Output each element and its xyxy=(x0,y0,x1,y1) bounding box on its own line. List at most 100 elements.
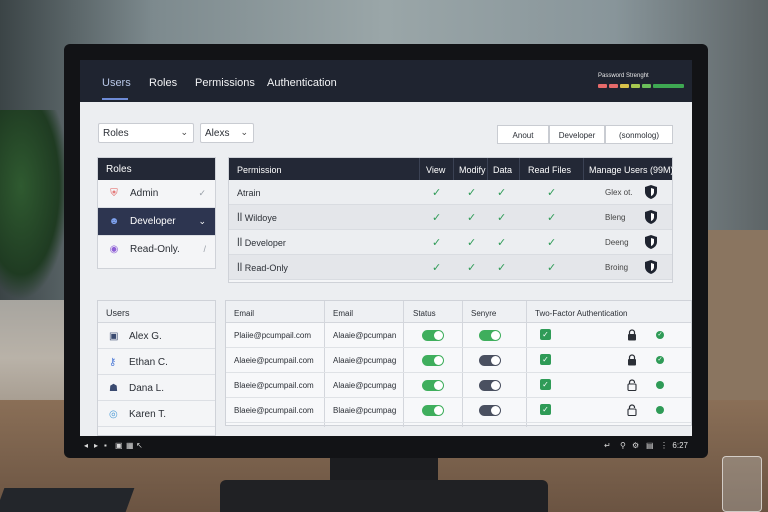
tab-authentication[interactable]: Authentication xyxy=(267,77,337,89)
user-auth-row[interactable]: Alaeie@pcumpail.com Alaaie@pcumpag ✓ ✓ xyxy=(226,348,691,373)
header-two-factor: Two-Factor Authentication xyxy=(535,309,628,318)
check-icon[interactable]: ✓ xyxy=(432,261,441,274)
grid-icon[interactable]: ▦ xyxy=(126,441,134,450)
status-dot-icon xyxy=(656,406,664,414)
toggle-knob xyxy=(491,406,500,415)
check-icon[interactable]: ✓ xyxy=(467,261,476,274)
strength-bar-segment xyxy=(620,84,629,88)
window-icon[interactable]: ▣ xyxy=(115,441,123,450)
check-icon[interactable]: ✓ xyxy=(547,186,556,199)
robot-icon: ☻ xyxy=(108,216,120,227)
tab-permissions[interactable]: Permissions xyxy=(195,77,255,89)
user-item-alex[interactable]: ▣ Alex G. xyxy=(98,323,215,349)
check-icon[interactable]: ✓ xyxy=(547,236,556,249)
check-icon[interactable]: ✓ xyxy=(432,211,441,224)
status-toggle[interactable] xyxy=(422,380,444,391)
user-item-ethan[interactable]: ⚷ Ethan C. xyxy=(98,349,215,375)
segment-sonmolog[interactable]: (sonmolog) xyxy=(605,125,673,144)
check-icon[interactable]: ✓ xyxy=(432,236,441,249)
check-icon[interactable]: ✓ xyxy=(497,211,506,224)
secure-toggle[interactable] xyxy=(479,405,501,416)
role-item-developer[interactable]: ☻ Developer ⌄ xyxy=(98,208,215,236)
briefcase-icon: ▣ xyxy=(109,331,119,342)
tab-users[interactable]: Users xyxy=(102,77,131,89)
permission-row[interactable]: ꟾꟾ Developer ✓ ✓ ✓ ✓ Deeng xyxy=(229,230,672,255)
play-icon[interactable]: ▸ xyxy=(94,441,98,450)
search-icon[interactable]: ⚲ xyxy=(620,441,626,450)
status-toggle[interactable] xyxy=(422,405,444,416)
return-icon[interactable]: ↵ xyxy=(604,441,611,450)
header-view: View xyxy=(426,165,446,175)
network-icon[interactable]: ⋮ xyxy=(660,441,668,450)
check-icon[interactable]: ✓ xyxy=(497,236,506,249)
unlock-icon[interactable] xyxy=(627,379,637,391)
check-icon: ✓ xyxy=(540,379,551,390)
status-dot-icon: ✓ xyxy=(656,331,664,339)
shield-icon xyxy=(645,185,657,199)
role-filter-value: Roles xyxy=(103,128,129,139)
user-item-label: Karen T. xyxy=(129,409,167,420)
user-auth-row[interactable]: Blaeie@pcumpail.com Blaaie@pcumpag ✓ xyxy=(226,398,691,423)
check-icon[interactable]: ✓ xyxy=(432,186,441,199)
role-filter-select[interactable]: Roles ⌄ xyxy=(98,123,194,143)
role-item-read-only[interactable]: ◉ Read-Only. / xyxy=(98,236,215,264)
status-toggle[interactable] xyxy=(422,330,444,341)
arrow-icon[interactable]: ↖ xyxy=(136,441,143,450)
user-filter-value: Alexs xyxy=(205,128,230,139)
check-icon: ✓ xyxy=(540,404,551,415)
user-filter-select[interactable]: Alexs ⌄ xyxy=(200,123,254,143)
secure-toggle[interactable] xyxy=(479,330,501,341)
check-icon[interactable]: ✓ xyxy=(467,236,476,249)
tab-roles[interactable]: Roles xyxy=(149,77,177,89)
back-icon[interactable]: ◂ xyxy=(84,441,88,450)
notification-icon[interactable]: ▤ xyxy=(646,441,654,450)
user-item-karen[interactable]: ◎ Karen T. xyxy=(98,401,215,427)
permission-name: ꟾꟾ Developer xyxy=(237,238,286,248)
manage-users-value: Broing xyxy=(605,263,629,272)
background-plant xyxy=(0,110,70,300)
role-item-label: Admin xyxy=(130,188,159,199)
segment-anout[interactable]: Anout xyxy=(497,125,549,144)
strength-bar-segment xyxy=(642,84,651,88)
roles-panel: Roles ⛨ Admin ✓ ☻ Developer ⌄ ◉ Read-Onl… xyxy=(97,157,216,269)
clock: 6:27 xyxy=(672,441,688,450)
permission-row[interactable]: Atrain ✓ ✓ ✓ ✓ Glex ot. xyxy=(229,180,672,205)
permission-row[interactable]: ꟾꟾ Wildoye ✓ ✓ ✓ ✓ Bleng xyxy=(229,205,672,230)
check-icon[interactable]: ✓ xyxy=(497,261,506,274)
check-icon[interactable]: ✓ xyxy=(547,261,556,274)
secure-toggle[interactable] xyxy=(479,355,501,366)
check-icon: ✓ xyxy=(198,188,206,198)
shield-icon xyxy=(645,235,657,249)
user-auth-row[interactable]: Blaeie@pcumpail.com Alaaie@pcumpag ✓ xyxy=(226,373,691,398)
segment-developer[interactable]: Developer xyxy=(549,125,605,144)
unlock-icon[interactable] xyxy=(627,404,637,416)
user-item-label: Ethan C. xyxy=(129,357,168,368)
settings-icon[interactable]: ⚙ xyxy=(632,441,639,450)
permissions-table: Permission View Modify Data Read Files M… xyxy=(228,157,674,283)
role-item-label: Developer xyxy=(130,216,176,227)
user-item-dana[interactable]: ☗ Dana L. xyxy=(98,375,215,401)
lock-icon[interactable] xyxy=(627,354,637,366)
check-icon[interactable]: ✓ xyxy=(467,211,476,224)
status-toggle[interactable] xyxy=(422,355,444,366)
square-icon[interactable]: ▪ xyxy=(104,441,107,450)
check-icon[interactable]: ✓ xyxy=(467,186,476,199)
permission-name: Atrain xyxy=(237,188,261,198)
header-secure: Senyre xyxy=(471,309,497,318)
circle-user-icon: ◎ xyxy=(109,409,118,420)
email-cell-2: Alaaie@pcumpag xyxy=(333,356,397,365)
permission-row[interactable]: ꟾꟾ Read-Only ✓ ✓ ✓ ✓ Broing xyxy=(229,255,672,280)
monitor-stand xyxy=(330,455,438,483)
notebook xyxy=(0,488,135,512)
strength-bar-segment xyxy=(664,84,684,88)
email-cell-2: Alaaie@pcumpag xyxy=(333,381,397,390)
check-icon[interactable]: ✓ xyxy=(547,211,556,224)
check-icon[interactable]: ✓ xyxy=(497,186,506,199)
email-cell-2: Alaaie@pcumpan xyxy=(333,331,397,340)
lock-icon[interactable] xyxy=(627,329,637,341)
toggle-knob xyxy=(491,381,500,390)
role-item-admin[interactable]: ⛨ Admin ✓ xyxy=(98,180,215,208)
toggle-knob xyxy=(434,381,443,390)
user-auth-row[interactable]: Plaiie@pcumpail.com Alaaie@pcumpan ✓ ✓ xyxy=(226,323,691,348)
secure-toggle[interactable] xyxy=(479,380,501,391)
